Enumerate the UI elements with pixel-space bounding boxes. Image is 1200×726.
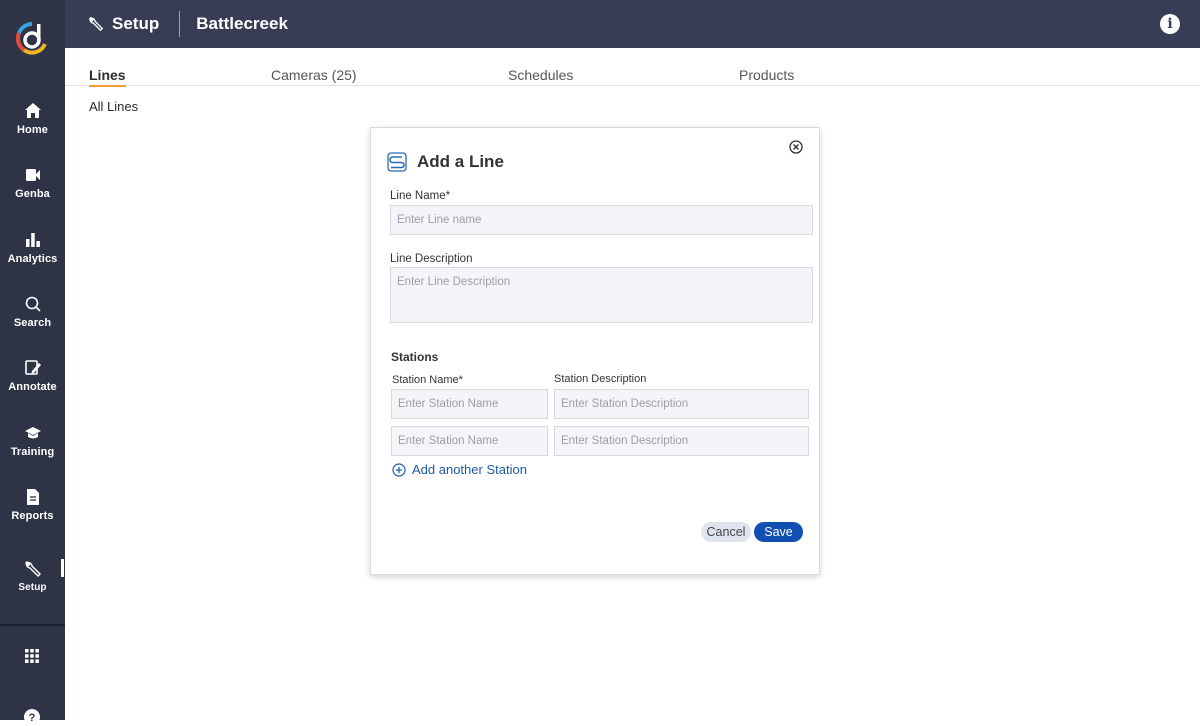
nav-label: Genba: [15, 188, 50, 200]
line-description-input[interactable]: [390, 267, 813, 323]
breadcrumb[interactable]: All Lines: [89, 99, 138, 114]
dialog-title: Add a Line: [417, 152, 504, 171]
nav-search[interactable]: Search: [0, 295, 65, 329]
info-icon[interactable]: i: [1160, 14, 1180, 34]
add-station-label: Add another Station: [412, 462, 527, 477]
dialog-header: Add a Line: [387, 152, 504, 172]
nav-training[interactable]: Training: [0, 424, 65, 458]
line-icon: [387, 152, 407, 172]
tab-lines[interactable]: Lines: [89, 67, 126, 87]
station-name-input[interactable]: [391, 389, 548, 419]
plus-circle-icon: [392, 462, 406, 477]
line-name-input[interactable]: [390, 205, 813, 235]
nav-setup[interactable]: Setup: [0, 560, 65, 593]
header-divider: [179, 11, 181, 37]
nav-label: Training: [10, 446, 55, 458]
tab-schedules[interactable]: Schedules: [508, 67, 573, 83]
add-line-dialog: Add a Line Line Name* Line Description S…: [370, 127, 820, 575]
svg-text:?: ?: [29, 712, 36, 724]
wrench-icon: [24, 560, 41, 577]
apps-grid-icon[interactable]: [23, 647, 41, 665]
nav-reports[interactable]: Reports: [0, 488, 65, 522]
save-button[interactable]: Save: [754, 522, 803, 542]
home-icon: [24, 103, 41, 118]
nav-genba[interactable]: Genba: [0, 166, 65, 200]
video-camera-icon: [25, 169, 40, 181]
site-name: Battlecreek: [196, 14, 288, 33]
document-icon: [26, 489, 39, 505]
station-name-input[interactable]: [391, 426, 548, 456]
station-description-label: Station Description: [554, 373, 647, 385]
add-station-link[interactable]: Add another Station: [392, 462, 527, 477]
nav-home[interactable]: Home: [0, 102, 65, 136]
nav-label: Home: [17, 124, 48, 136]
nav-analytics[interactable]: Analytics: [0, 231, 65, 265]
station-description-input[interactable]: [554, 426, 809, 456]
stations-heading: Stations: [391, 350, 439, 364]
tab-cameras[interactable]: Cameras (25): [271, 67, 357, 83]
wrench-icon: [88, 16, 104, 32]
top-header: Setup Battlecreek i: [65, 0, 1200, 48]
annotate-icon: [24, 360, 41, 375]
bar-chart-icon: [25, 233, 40, 247]
nav-label: Search: [13, 317, 52, 329]
app-logo[interactable]: [14, 20, 50, 56]
nav-label: Annotate: [8, 381, 57, 393]
sidebar-divider: [0, 624, 65, 626]
nav-label: Setup: [18, 582, 47, 593]
line-description-label: Line Description: [390, 253, 473, 265]
station-name-label: Station Name*: [392, 374, 463, 386]
tab-products[interactable]: Products: [739, 67, 794, 83]
page-title: Setup: [112, 14, 160, 33]
active-nav-indicator: [61, 559, 64, 577]
search-icon: [25, 296, 41, 312]
help-icon[interactable]: ?: [23, 708, 41, 726]
nav-annotate[interactable]: Annotate: [0, 359, 65, 393]
line-name-label: Line Name*: [390, 190, 451, 202]
station-description-input[interactable]: [554, 389, 809, 419]
sidebar: Home Genba Analytics Search Annotate Tra…: [0, 0, 65, 725]
graduation-cap-icon: [24, 427, 41, 439]
nav-label: Analytics: [7, 253, 58, 265]
cancel-button[interactable]: Cancel: [701, 522, 751, 542]
nav-label: Reports: [11, 510, 54, 522]
close-icon[interactable]: [789, 140, 803, 154]
tab-bar: Lines Cameras (25) Schedules Products: [65, 48, 1200, 87]
